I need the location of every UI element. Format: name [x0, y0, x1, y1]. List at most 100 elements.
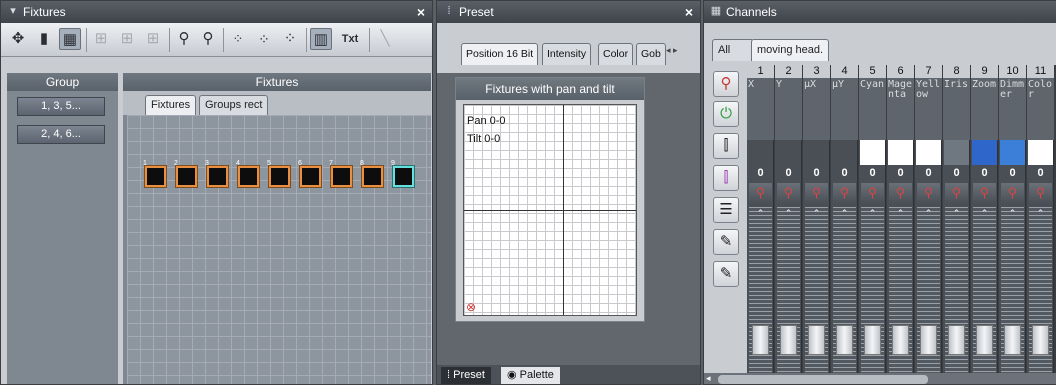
tab-gobo[interactable]: Gob [636, 43, 666, 65]
window-select-icon[interactable]: ▦ [59, 28, 81, 50]
channel-knob-icon[interactable]: ⚲ [973, 183, 996, 203]
channels-panel-icon: ▦ [710, 5, 722, 17]
tab-palette[interactable]: ◉ Palette [501, 367, 560, 384]
fader-up-icon[interactable]: ⌃ [973, 208, 996, 219]
fader-up-icon[interactable]: ⌃ [777, 208, 800, 219]
sliders-color-icon[interactable]: ⫿ [713, 165, 739, 191]
move-icon[interactable]: ✥ [7, 28, 29, 50]
close-icon[interactable]: × [685, 1, 693, 23]
channel-knob-icon[interactable]: ⚲ [833, 183, 856, 203]
line-tool-icon[interactable]: ╲ [374, 28, 396, 50]
fixture-tile[interactable]: 6 [298, 160, 321, 187]
fixture-tile[interactable]: 2 [174, 160, 197, 187]
fader-knob[interactable] [780, 325, 797, 355]
fader-knob[interactable] [920, 325, 937, 355]
channel-fader[interactable]: ⌃⌄ [917, 207, 940, 384]
pan-tilt-grid[interactable]: Pan 0-0 Tilt 0-0 ⊗ [463, 104, 637, 316]
zoom-out-icon[interactable]: ⚲ [197, 28, 219, 50]
channel-knob-icon[interactable]: ⚲ [889, 183, 912, 203]
channel-fader[interactable]: ⌃⌄ [833, 207, 856, 384]
fixture-tile[interactable]: 5 [267, 160, 290, 187]
group-item[interactable]: 2, 4, 6... [17, 125, 105, 144]
chart-view-icon[interactable]: ▥ [310, 28, 332, 50]
fader-knob[interactable] [1032, 325, 1049, 355]
fader-knob[interactable] [1004, 325, 1021, 355]
tab-fixtures[interactable]: Fixtures [145, 95, 197, 115]
channel-fader[interactable]: ⌃⌄ [973, 207, 996, 384]
fader-up-icon[interactable]: ⌃ [861, 208, 884, 219]
fader-knob[interactable] [948, 325, 965, 355]
channel-knob-icon[interactable]: ⚲ [861, 183, 884, 203]
channel-knob-icon[interactable]: ⚲ [917, 183, 940, 203]
channel-fader[interactable]: ⌃⌄ [1029, 207, 1052, 384]
tab-scroll-arrows-icon[interactable]: ◂ ▸ [666, 45, 678, 56]
text-toggle-button[interactable]: Txt [336, 28, 364, 50]
fader-up-icon[interactable]: ⌃ [917, 208, 940, 219]
channel-knob-icon[interactable]: ⚲ [805, 183, 828, 203]
channel-fader[interactable]: ⌃⌄ [945, 207, 968, 384]
fixture-tile[interactable]: 9 [391, 160, 414, 187]
add-fixture-icon[interactable]: ⊞ [90, 28, 112, 50]
preset-bottom-tabs: ⁞ Preset ◉ Palette [437, 365, 700, 384]
tab-color[interactable]: Color [598, 43, 634, 65]
power-icon[interactable]: ⏻ [713, 101, 739, 127]
fader-up-icon[interactable]: ⌃ [889, 208, 912, 219]
channel-knob-icon[interactable]: ⚲ [777, 183, 800, 203]
tab-position-16-bit[interactable]: Position 16 Bit [461, 43, 539, 65]
fixture-tile[interactable]: 7 [329, 160, 352, 187]
channel-knob-icon[interactable]: ⚲ [749, 183, 772, 203]
tab-all[interactable]: All [712, 39, 754, 61]
add-fixture-icon-3[interactable]: ⊞ [142, 28, 164, 50]
tab-intensity[interactable]: Intensity [542, 43, 592, 65]
fader-up-icon[interactable]: ⌃ [1029, 208, 1052, 219]
fader-knob[interactable] [864, 325, 881, 355]
tab-moving-head[interactable]: moving head. [751, 39, 830, 61]
fader-knob[interactable] [752, 325, 769, 355]
zoom-in-icon[interactable]: ⚲ [173, 28, 195, 50]
lock-icon[interactable]: ▮ [33, 28, 55, 50]
channel-fader[interactable]: ⌃⌄ [861, 207, 884, 384]
palette-icon[interactable]: ✎ [713, 229, 739, 255]
fader-up-icon[interactable]: ⌃ [749, 208, 772, 219]
channel-knob-icon[interactable]: ⚲ [1029, 183, 1052, 203]
palette-edit-icon[interactable]: ✎ [713, 261, 739, 287]
fixture-tile[interactable]: 3 [205, 160, 228, 187]
tab-preset[interactable]: ⁞ Preset [441, 367, 491, 384]
fixture-tile[interactable]: 1 [143, 160, 166, 187]
fader-up-icon[interactable]: ⌃ [833, 208, 856, 219]
horizontal-scrollbar[interactable]: ◂ [704, 373, 1056, 384]
fixture-tile[interactable]: 8 [360, 160, 383, 187]
fader-up-icon[interactable]: ⌃ [805, 208, 828, 219]
fader-knob[interactable] [892, 325, 909, 355]
grid-icon[interactable]: ☰ [713, 197, 739, 223]
fader-up-icon[interactable]: ⌃ [1001, 208, 1024, 219]
channel-value: 0 [813, 167, 820, 179]
channel-knob-icon[interactable]: ⚲ [945, 183, 968, 203]
fixture-layout-grid[interactable] [127, 115, 431, 384]
add-fixture-icon-2[interactable]: ⊞ [116, 28, 138, 50]
pan-tilt-box-title: Fixtures with pan and tilt [456, 78, 644, 100]
position-marker-icon[interactable]: ⊗ [466, 301, 476, 313]
group-item[interactable]: 1, 3, 5... [17, 97, 105, 116]
scroll-left-icon[interactable]: ◂ [706, 373, 711, 384]
sliders-icon[interactable]: ⫿ [713, 133, 739, 159]
channel-value: 0 [925, 167, 932, 179]
channel-knob-icon[interactable]: ⚲ [1001, 183, 1024, 203]
intensity-knob-icon[interactable]: ⚲ [713, 71, 739, 97]
channel-fader[interactable]: ⌃⌄ [805, 207, 828, 384]
scrollbar-thumb[interactable] [718, 375, 928, 384]
tab-groups-rect[interactable]: Groups rect [199, 95, 269, 115]
channel-fader[interactable]: ⌃⌄ [889, 207, 912, 384]
fixture-tile[interactable]: 4 [236, 160, 259, 187]
dots-medium-icon[interactable]: ⁘ [253, 28, 275, 50]
fader-up-icon[interactable]: ⌃ [945, 208, 968, 219]
fader-knob[interactable] [808, 325, 825, 355]
channel-fader[interactable]: ⌃⌄ [1001, 207, 1024, 384]
channel-fader[interactable]: ⌃⌄ [749, 207, 772, 384]
channel-fader[interactable]: ⌃⌄ [777, 207, 800, 384]
dots-large-icon[interactable]: ⁘ [279, 28, 301, 50]
dots-small-icon[interactable]: ⁘ [227, 28, 249, 50]
close-icon[interactable]: × [417, 1, 425, 23]
fader-knob[interactable] [836, 325, 853, 355]
fader-knob[interactable] [976, 325, 993, 355]
